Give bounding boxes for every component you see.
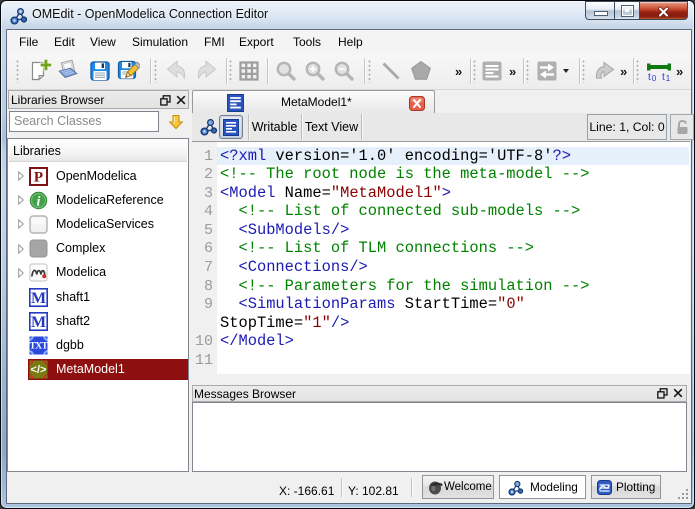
svg-text:M: M bbox=[31, 313, 46, 330]
svg-text:i: i bbox=[37, 194, 41, 209]
svg-text:1: 1 bbox=[666, 74, 671, 83]
svg-text:P: P bbox=[34, 169, 43, 185]
svg-text:t: t bbox=[662, 72, 665, 83]
svg-text:TXT: TXT bbox=[29, 341, 48, 351]
svg-text:</>: </> bbox=[31, 364, 47, 376]
svg-text:t: t bbox=[648, 72, 651, 83]
svg-text:0: 0 bbox=[652, 74, 657, 83]
svg-text:M: M bbox=[31, 289, 46, 306]
